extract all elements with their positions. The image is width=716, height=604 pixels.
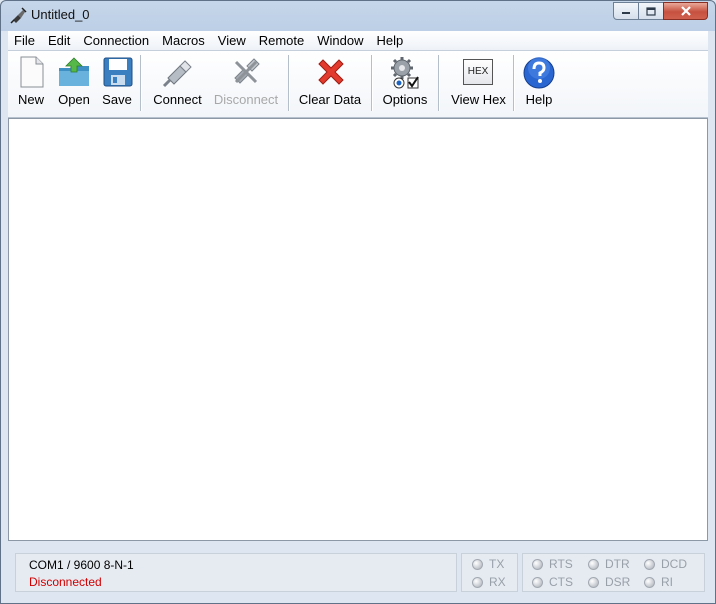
minimize-icon xyxy=(622,12,630,14)
rx-led-icon xyxy=(472,576,483,588)
open-button[interactable]: Open xyxy=(53,51,95,113)
open-folder-icon xyxy=(59,57,89,86)
rts-label: RTS xyxy=(549,557,573,571)
view-hex-label: View Hex xyxy=(451,92,506,107)
disconnect-button[interactable]: Disconnect xyxy=(211,51,281,113)
dcd-indicator: DCD xyxy=(644,557,687,571)
toolbar-separator xyxy=(140,55,142,111)
app-window: Untitled_0 File Edit Connection Macros V… xyxy=(0,0,716,604)
disconnect-icon xyxy=(234,58,260,84)
options-gear-icon xyxy=(391,57,419,89)
help-button[interactable]: Help xyxy=(520,51,558,113)
tx-rx-indicators: TX RX xyxy=(461,553,518,592)
cts-indicator: CTS xyxy=(532,575,573,589)
terminal-output-area[interactable] xyxy=(8,118,708,541)
help-label: Help xyxy=(525,92,553,107)
menu-bar: File Edit Connection Macros View Remote … xyxy=(8,31,708,51)
options-button[interactable]: Options xyxy=(379,51,431,113)
cts-label: CTS xyxy=(549,575,573,589)
plug-app-icon xyxy=(10,7,27,24)
menu-view[interactable]: View xyxy=(212,31,253,50)
menu-window[interactable]: Window xyxy=(311,31,370,50)
open-label: Open xyxy=(58,92,90,107)
maximize-icon xyxy=(646,6,656,16)
connect-label: Connect xyxy=(153,92,202,107)
line-signal-indicators: RTS CTS DTR DSR DCD RI xyxy=(522,553,705,592)
window-title: Untitled_0 xyxy=(31,7,90,22)
view-hex-button[interactable]: HEX View Hex xyxy=(447,51,510,113)
usb-plug-icon xyxy=(162,60,192,88)
rts-indicator: RTS xyxy=(532,557,573,571)
rx-indicator: RX xyxy=(472,575,506,589)
options-label: Options xyxy=(382,92,428,107)
dcd-label: DCD xyxy=(661,557,687,571)
cts-led-icon xyxy=(532,576,543,588)
toolbar-separator xyxy=(288,55,290,111)
save-disk-icon xyxy=(103,57,133,87)
status-panel: COM1 / 9600 8-N-1 Disconnected xyxy=(15,553,457,592)
dtr-led-icon xyxy=(588,558,599,570)
save-label: Save xyxy=(102,92,132,107)
toolbar-separator xyxy=(371,55,373,111)
menu-help[interactable]: Help xyxy=(371,31,411,50)
maximize-button[interactable] xyxy=(638,2,664,20)
dcd-led-icon xyxy=(644,558,655,570)
dsr-indicator: DSR xyxy=(588,575,630,589)
rx-label: RX xyxy=(489,575,506,589)
menu-edit[interactable]: Edit xyxy=(42,31,77,50)
toolbar: New Open Save Connect Disconnect Clear D… xyxy=(8,51,708,118)
help-question-icon xyxy=(523,57,555,89)
connect-button[interactable]: Connect xyxy=(149,51,206,113)
toolbar-separator xyxy=(438,55,440,111)
disconnect-label: Disconnect xyxy=(213,92,279,107)
minimize-button[interactable] xyxy=(613,2,639,20)
close-button[interactable] xyxy=(663,2,708,20)
ri-label: RI xyxy=(661,575,673,589)
tx-led-icon xyxy=(472,558,483,570)
menu-remote[interactable]: Remote xyxy=(253,31,312,50)
new-label: New xyxy=(17,92,44,107)
new-document-icon xyxy=(20,56,44,88)
red-x-clear-icon xyxy=(318,59,344,85)
ri-led-icon xyxy=(644,576,655,588)
save-button[interactable]: Save xyxy=(97,51,137,113)
clear-data-label: Clear Data xyxy=(298,92,362,107)
tx-indicator: TX xyxy=(472,557,504,571)
dtr-indicator: DTR xyxy=(588,557,630,571)
rts-led-icon xyxy=(532,558,543,570)
menu-file[interactable]: File xyxy=(8,31,42,50)
dtr-label: DTR xyxy=(605,557,630,571)
toolbar-separator xyxy=(513,55,515,111)
tx-label: TX xyxy=(489,557,505,571)
hex-view-icon: HEX xyxy=(463,59,493,85)
title-bar[interactable]: Untitled_0 xyxy=(1,1,715,30)
menu-connection[interactable]: Connection xyxy=(77,31,156,50)
menu-macros[interactable]: Macros xyxy=(156,31,212,50)
clear-data-button[interactable]: Clear Data xyxy=(297,51,363,113)
dsr-led-icon xyxy=(588,576,599,588)
connection-status: Disconnected xyxy=(29,575,102,589)
port-settings: COM1 / 9600 8-N-1 xyxy=(29,558,134,572)
caption-buttons xyxy=(613,2,708,20)
ri-indicator: RI xyxy=(644,575,673,589)
new-button[interactable]: New xyxy=(11,51,51,113)
dsr-label: DSR xyxy=(605,575,631,589)
close-icon xyxy=(680,6,691,16)
